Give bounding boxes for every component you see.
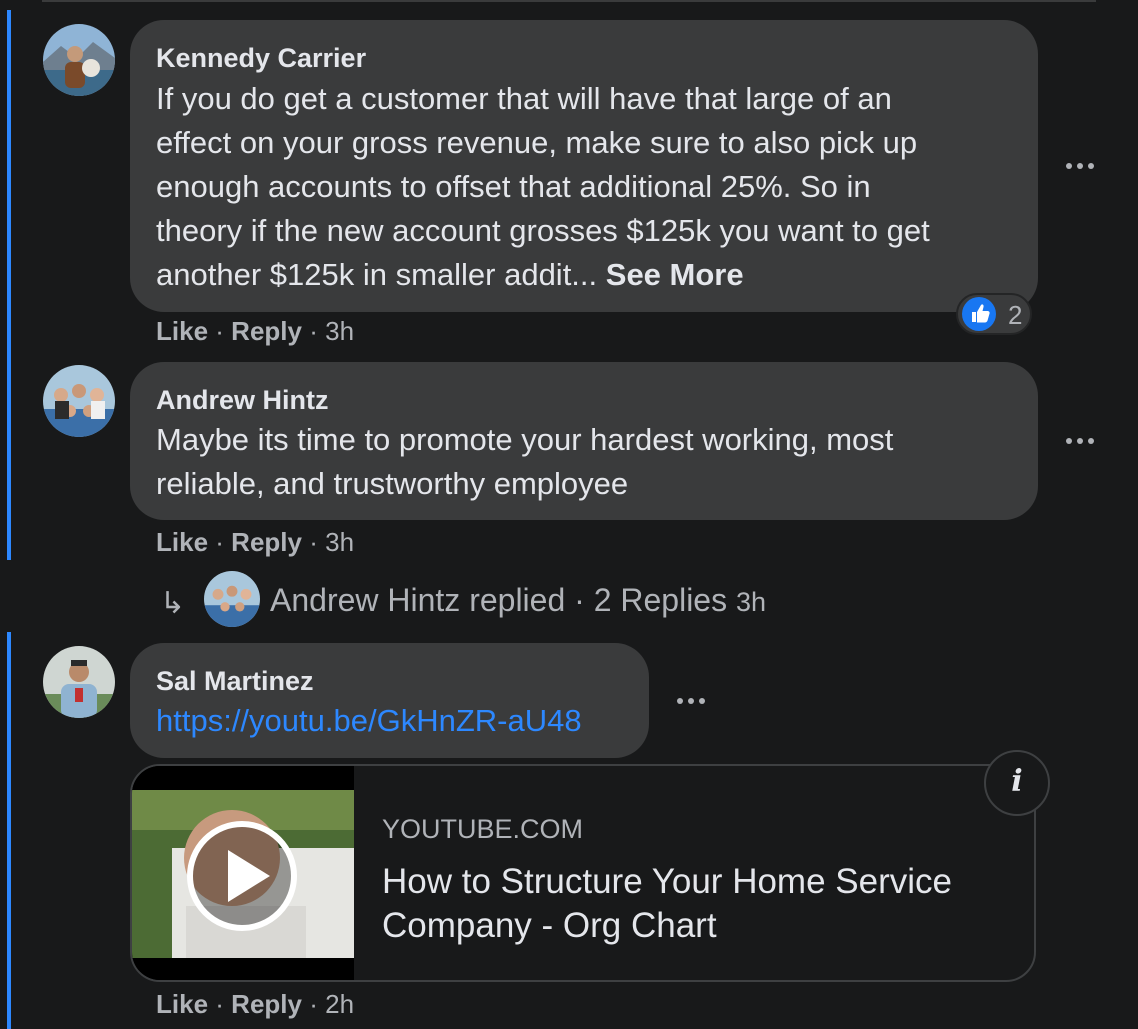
avatar-andrew-hintz[interactable] xyxy=(43,365,115,437)
video-thumbnail[interactable] xyxy=(132,766,356,980)
comment-link[interactable]: https://youtu.be/GkHnZR-aU48 xyxy=(156,699,582,743)
like-button[interactable]: Like xyxy=(156,527,208,557)
timestamp[interactable]: 3h xyxy=(325,527,354,557)
more-options-icon[interactable] xyxy=(671,681,711,721)
avatar-kennedy-carrier[interactable] xyxy=(43,24,115,96)
comment-author[interactable]: Kennedy Carrier xyxy=(156,42,366,74)
comment-actions: Like · Reply · 3h xyxy=(156,316,355,346)
replies-summary: Andrew Hintz replied · 2 Replies 3h xyxy=(270,582,767,618)
thread-indicator xyxy=(7,632,11,1029)
comment-author[interactable]: Sal Martinez xyxy=(156,665,314,697)
info-icon[interactable]: i xyxy=(984,750,1050,816)
comment-actions: Like · Reply · 2h xyxy=(156,989,355,1019)
top-divider xyxy=(42,0,1096,2)
preview-title[interactable]: How to Structure Your Home Service Compa… xyxy=(382,860,1022,948)
more-options-icon[interactable] xyxy=(1060,146,1100,186)
reply-avatar xyxy=(204,571,260,627)
reaction-count: 2 xyxy=(1008,300,1023,330)
comment-text: Maybe its time to promote your hardest w… xyxy=(156,422,894,501)
preview-domain: YOUTUBE.COM xyxy=(382,814,584,844)
timestamp[interactable]: 2h xyxy=(325,989,354,1019)
comment-actions: Like · Reply · 3h xyxy=(156,527,355,557)
more-options-icon[interactable] xyxy=(1060,421,1100,461)
comment-bubble: Sal Martinez https://youtu.be/GkHnZR-aU4… xyxy=(130,643,649,758)
comment-text: If you do get a customer that will have … xyxy=(156,81,930,292)
avatar-sal-martinez[interactable] xyxy=(43,646,115,718)
like-button[interactable]: Like xyxy=(156,989,208,1019)
link-preview-card[interactable]: YOUTUBE.COM How to Structure Your Home S… xyxy=(130,764,1036,982)
reply-button[interactable]: Reply xyxy=(231,989,302,1019)
thumbs-up-icon xyxy=(962,297,996,331)
reaction-count-badge[interactable]: 2 xyxy=(956,293,1032,335)
like-button[interactable]: Like xyxy=(156,316,208,346)
comment-bubble: Kennedy Carrier If you do get a customer… xyxy=(130,20,1038,312)
thread-indicator xyxy=(7,10,11,560)
see-more-link[interactable]: See More xyxy=(606,257,744,292)
reply-arrow-icon: ↳ xyxy=(160,587,186,620)
comment-bubble: Andrew Hintz Maybe its time to promote y… xyxy=(130,362,1038,520)
timestamp[interactable]: 3h xyxy=(325,316,354,346)
comment-author[interactable]: Andrew Hintz xyxy=(156,384,329,416)
reply-button[interactable]: Reply xyxy=(231,527,302,557)
reply-button[interactable]: Reply xyxy=(231,316,302,346)
